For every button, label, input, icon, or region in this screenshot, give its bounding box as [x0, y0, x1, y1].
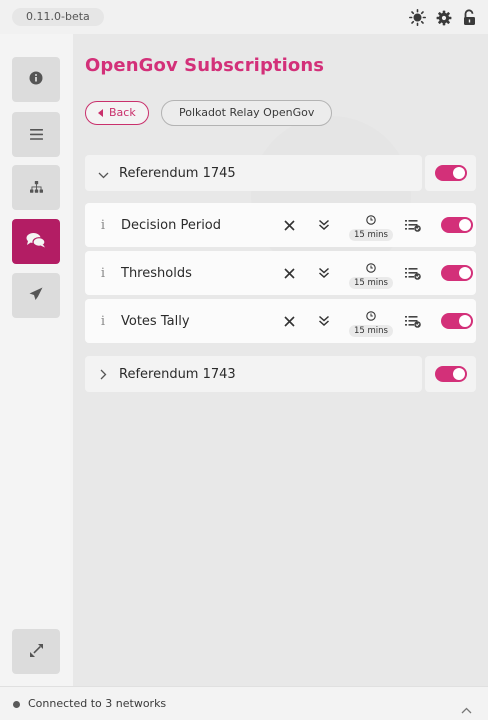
subscription-label: Thresholds — [121, 265, 192, 281]
referendum-toggle-box — [425, 155, 476, 191]
expand-icon — [29, 642, 43, 661]
referendum-row: Referendum 1745 — [85, 155, 476, 191]
subscription-row: i Thresholds 15 mins — [85, 251, 476, 295]
clock-icon — [366, 258, 376, 277]
close-icon[interactable] — [273, 267, 305, 279]
sitemap-icon — [29, 178, 43, 197]
unlock-icon[interactable] — [461, 9, 478, 26]
subscription-label: Votes Tally — [121, 313, 190, 329]
referendum-header[interactable]: Referendum 1745 — [85, 155, 422, 191]
close-icon[interactable] — [273, 315, 305, 327]
subscription-toggle[interactable] — [441, 313, 473, 329]
sidebar-item-list[interactable] — [12, 112, 60, 157]
interval-value: 15 mins — [349, 276, 393, 289]
chevrons-down-icon[interactable] — [305, 219, 343, 231]
connection-status-dot — [13, 701, 20, 708]
interval-value: 15 mins — [349, 228, 393, 241]
info-icon — [29, 70, 43, 89]
referendum-row: Referendum 1743 — [85, 356, 476, 392]
list-check-icon[interactable] — [399, 219, 427, 232]
chevron-up-icon[interactable] — [461, 699, 472, 718]
interval-control[interactable]: 15 mins — [343, 306, 399, 337]
referendum-toggle-box — [425, 356, 476, 392]
chevrons-down-icon[interactable] — [305, 267, 343, 279]
main-panel: OpenGov Subscriptions Back Polkadot Rela… — [73, 34, 488, 686]
chevrons-down-icon[interactable] — [305, 315, 343, 327]
interval-value: 15 mins — [349, 324, 393, 337]
list-check-icon[interactable] — [399, 315, 427, 328]
top-bar: 0.11.0-beta — [0, 0, 488, 34]
sidebar-expand-button[interactable] — [12, 629, 60, 674]
referendum-header[interactable]: Referendum 1743 — [85, 356, 422, 392]
info-icon[interactable]: i — [85, 314, 121, 329]
chevron-down-icon — [98, 164, 109, 183]
referendum-label: Referendum 1743 — [119, 366, 236, 382]
page-title: OpenGov Subscriptions — [85, 55, 325, 76]
referendum-toggle[interactable] — [434, 366, 467, 382]
subscription-row: i Decision Period 15 mins — [85, 203, 476, 247]
caret-left-icon — [98, 109, 103, 117]
list-icon — [29, 125, 43, 144]
info-icon[interactable]: i — [85, 218, 121, 233]
status-bar: Connected to 3 networks — [0, 686, 488, 720]
connection-status: Connected to 3 networks — [28, 697, 167, 710]
sidebar-item-send[interactable] — [12, 273, 60, 318]
top-icons — [409, 9, 478, 26]
version-badge: 0.11.0-beta — [12, 8, 104, 26]
interval-control[interactable]: 15 mins — [343, 258, 399, 289]
subscription-toggle[interactable] — [441, 217, 473, 233]
sidebar — [0, 34, 73, 686]
sidebar-item-info[interactable] — [12, 57, 60, 102]
subscription-label: Decision Period — [121, 217, 222, 233]
list-check-icon[interactable] — [399, 267, 427, 280]
subscription-toggle[interactable] — [441, 265, 473, 281]
interval-control[interactable]: 15 mins — [343, 210, 399, 241]
back-button-label: Back — [109, 106, 136, 119]
chevron-right-icon — [98, 365, 109, 384]
sun-icon[interactable] — [409, 9, 426, 26]
paper-plane-icon — [29, 286, 43, 305]
breadcrumb[interactable]: Polkadot Relay OpenGov — [161, 100, 333, 126]
sidebar-item-sitemap[interactable] — [12, 165, 60, 210]
info-icon[interactable]: i — [85, 266, 121, 281]
comments-icon — [26, 232, 46, 252]
subscription-row: i Votes Tally 15 mins — [85, 299, 476, 343]
clock-icon — [366, 210, 376, 229]
back-button[interactable]: Back — [85, 101, 149, 125]
gear-icon[interactable] — [435, 9, 452, 26]
referendum-toggle[interactable] — [434, 165, 467, 181]
close-icon[interactable] — [273, 219, 305, 231]
clock-icon — [366, 306, 376, 325]
referendum-label: Referendum 1745 — [119, 165, 236, 181]
sidebar-item-opengov[interactable] — [12, 219, 60, 264]
